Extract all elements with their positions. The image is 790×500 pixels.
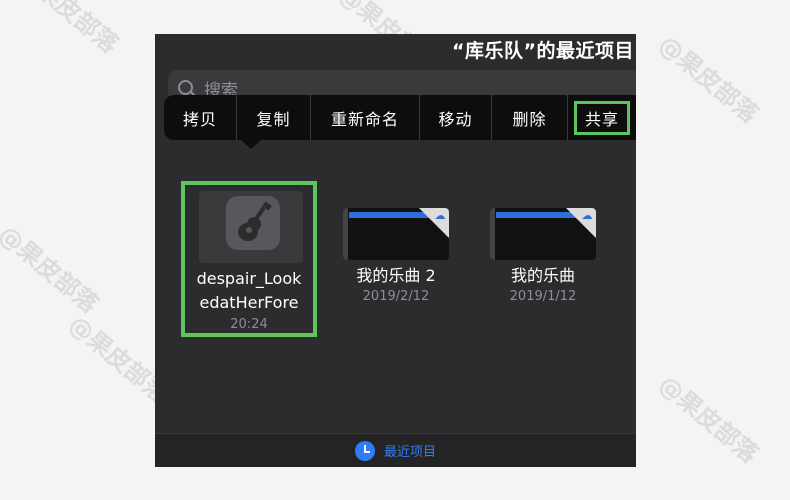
clock-icon[interactable] [354,440,375,461]
files-app-window: “库乐队”的最近项目 搜索 拷贝 复制 重新命名 移动 删除 共享 despai… [155,34,636,467]
duplicate-menu-item[interactable]: 复制 [237,95,311,140]
context-menu: 拷贝 复制 重新命名 移动 删除 共享 [164,95,636,140]
file-date: 20:24 [230,317,268,332]
page-title: “库乐队”的最近项目 [452,40,634,62]
file-thumbnail [199,191,303,263]
cloud-download-icon: ☁ [434,209,446,222]
file-thumbnail: ☁ [490,208,596,260]
watermark: @果皮部落 [13,0,124,59]
file-name: despair_LookedatHerFore [196,269,302,312]
move-menu-item[interactable]: 移动 [420,95,492,140]
watermark: @果皮部落 [653,30,764,129]
share-menu-item[interactable]: 共享 [574,100,630,135]
file-name: 我的乐曲 2 [356,266,436,285]
tab-recents[interactable]: 最近项目 [384,441,436,460]
tab-bar: 最近项目 [155,433,636,467]
file-item[interactable]: ☁ 我的乐曲 2 2019/2/12 [340,208,452,306]
file-item-selected[interactable]: despair_LookedatHerFore 20:24 [181,181,317,337]
file-date: 2019/2/12 [362,289,430,304]
file-name: 我的乐曲 [510,266,575,285]
file-item[interactable]: ☁ 我的乐曲 2019/1/12 [489,208,597,306]
file-date: 2019/1/12 [509,289,577,304]
search-icon [178,80,193,95]
copy-menu-item[interactable]: 拷贝 [164,95,237,140]
context-menu-pointer [241,140,261,149]
file-thumbnail: ☁ [343,208,449,260]
watermark: @果皮部落 [653,370,764,469]
cloud-download-icon: ☁ [581,209,593,222]
delete-menu-item[interactable]: 删除 [492,95,568,140]
share-menu-item-cell: 共享 [568,95,636,140]
watermark: @果皮部落 [0,220,104,319]
rename-menu-item[interactable]: 重新命名 [311,95,420,140]
garageband-guitar-icon [226,196,280,250]
